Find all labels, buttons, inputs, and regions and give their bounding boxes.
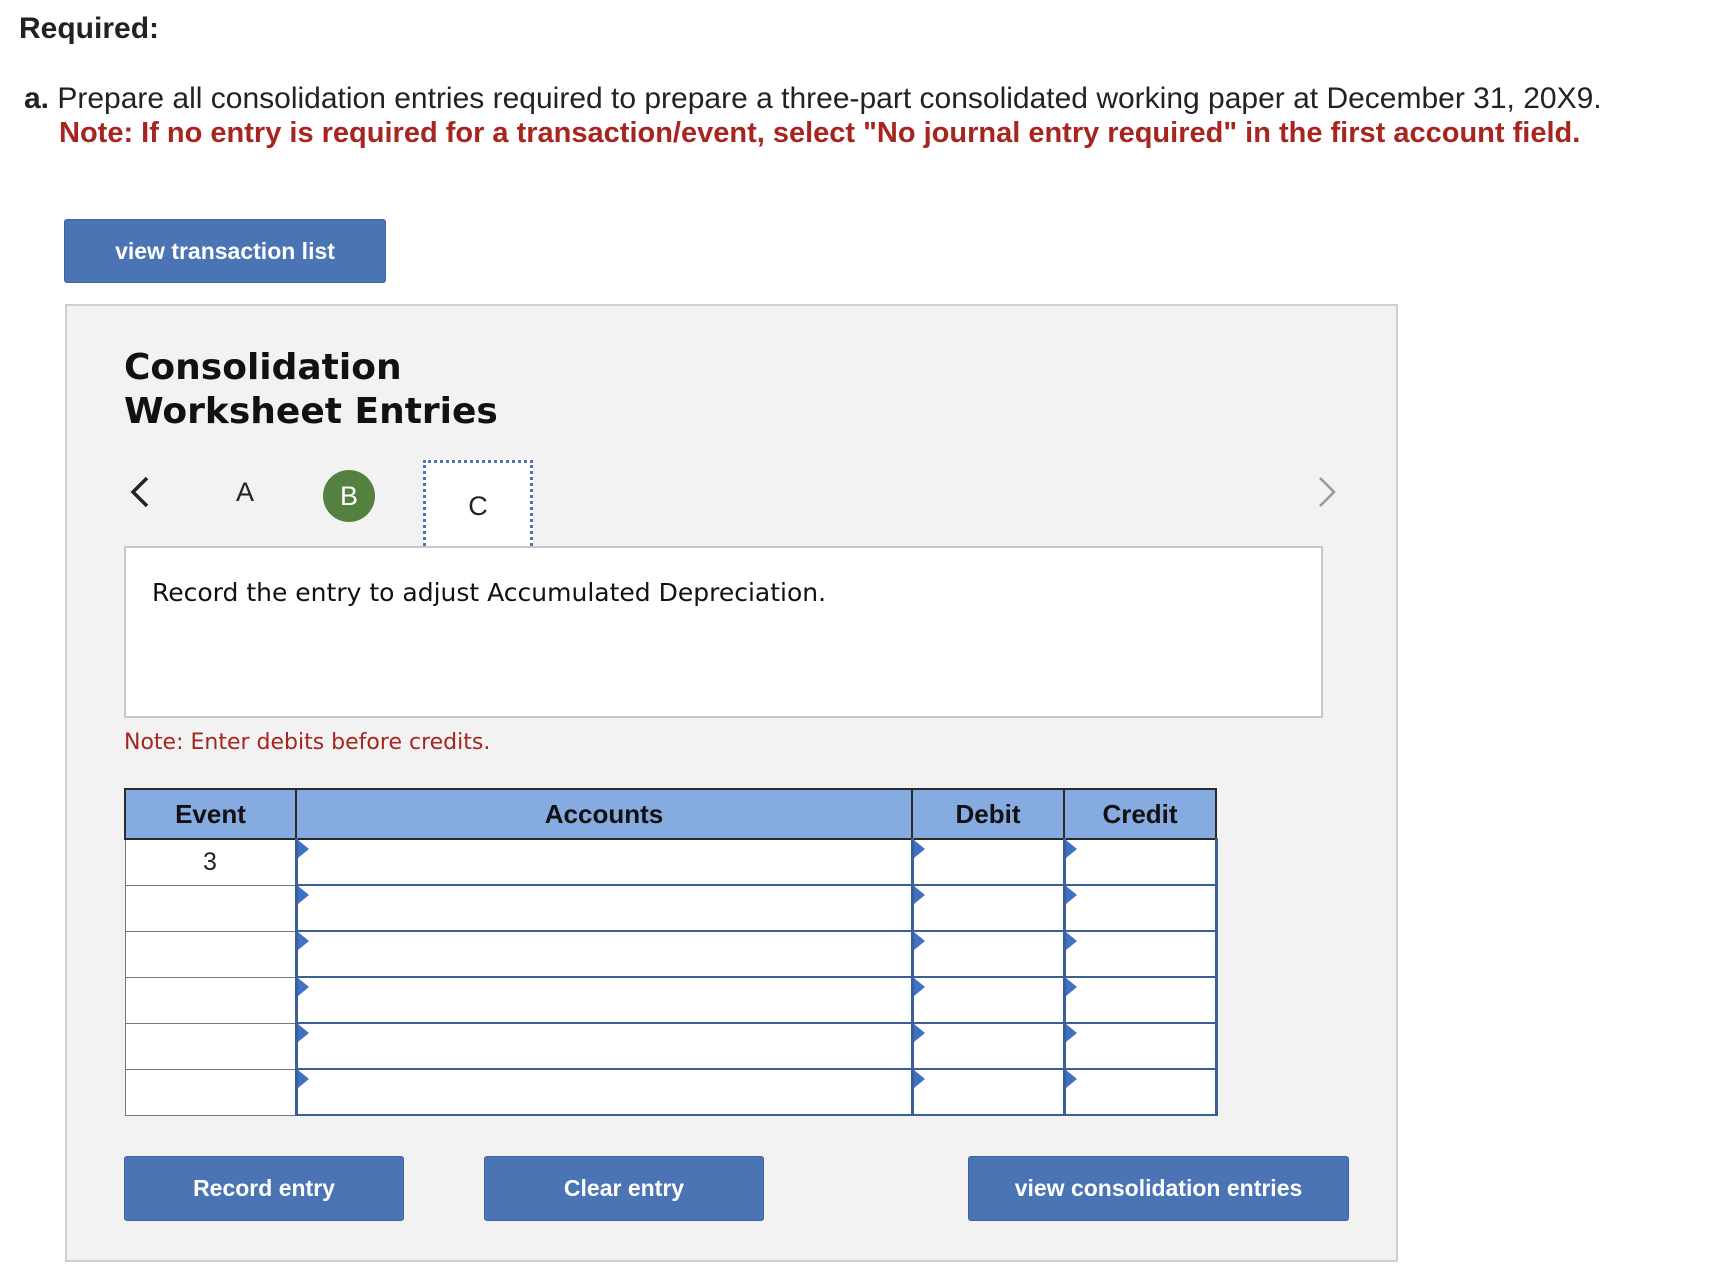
table-row	[124, 976, 1218, 1024]
question-letter: a.	[24, 82, 50, 115]
tab-a[interactable]: A	[227, 471, 263, 513]
account-dropdown[interactable]	[294, 884, 914, 932]
input-marker-icon	[1065, 886, 1077, 904]
chevron-left-icon[interactable]	[125, 474, 155, 510]
account-dropdown[interactable]	[294, 1068, 914, 1116]
input-marker-icon	[1065, 978, 1077, 996]
prompt-text: Record the entry to adjust Accumulated D…	[152, 578, 827, 607]
header-credit: Credit	[1063, 788, 1217, 840]
header-debit: Debit	[911, 788, 1065, 840]
debit-input[interactable]	[910, 884, 1066, 932]
table-row	[124, 884, 1218, 932]
clear-entry-button[interactable]: Clear entry	[484, 1156, 764, 1221]
debit-input[interactable]	[910, 1068, 1066, 1116]
debit-input[interactable]	[910, 838, 1066, 886]
view-transaction-list-button[interactable]: view transaction list	[64, 219, 386, 283]
dropdown-marker-icon	[297, 840, 309, 858]
input-marker-icon	[913, 932, 925, 950]
input-marker-icon	[913, 978, 925, 996]
view-consolidation-entries-button[interactable]: view consolidation entries	[968, 1156, 1349, 1221]
input-marker-icon	[913, 886, 925, 904]
event-cell	[124, 930, 297, 978]
input-marker-icon	[913, 840, 925, 858]
event-cell: 3	[124, 838, 297, 886]
prompt-box: Record the entry to adjust Accumulated D…	[124, 546, 1323, 718]
header-event: Event	[124, 788, 297, 840]
dropdown-marker-icon	[297, 1024, 309, 1042]
credit-input[interactable]	[1062, 884, 1218, 932]
account-dropdown[interactable]	[294, 1022, 914, 1070]
event-cell	[124, 976, 297, 1024]
required-heading: Required:	[19, 12, 160, 45]
event-cell	[124, 1068, 297, 1116]
input-marker-icon	[913, 1024, 925, 1042]
debit-input[interactable]	[910, 976, 1066, 1024]
input-marker-icon	[1065, 840, 1077, 858]
account-dropdown[interactable]	[294, 976, 914, 1024]
debit-input[interactable]	[910, 930, 1066, 978]
instruction-note: Note: If no entry is required for a tran…	[59, 117, 1581, 149]
table-row	[124, 930, 1218, 978]
journal-entry-table: Event Accounts Debit Credit 3	[124, 788, 1218, 1116]
record-entry-button[interactable]: Record entry	[124, 1156, 404, 1221]
table-header-row: Event Accounts Debit Credit	[124, 788, 1217, 840]
input-marker-icon	[1065, 932, 1077, 950]
debit-input[interactable]	[910, 1022, 1066, 1070]
tab-c-active[interactable]: C	[423, 460, 533, 552]
dropdown-marker-icon	[297, 932, 309, 950]
account-dropdown[interactable]	[294, 930, 914, 978]
panel-title-line2: Worksheet Entries	[124, 391, 498, 432]
dropdown-marker-icon	[297, 886, 309, 904]
tab-b-completed[interactable]: B	[323, 470, 375, 522]
question-text: a. Prepare all consolidation entries req…	[24, 80, 1602, 117]
dropdown-marker-icon	[297, 1070, 309, 1088]
panel-title: Consolidation Worksheet Entries	[124, 346, 498, 434]
input-marker-icon	[913, 1070, 925, 1088]
event-cell	[124, 884, 297, 932]
credit-input[interactable]	[1062, 1022, 1218, 1070]
credit-input[interactable]	[1062, 1068, 1218, 1116]
debits-credits-note: Note: Enter debits before credits.	[124, 730, 491, 755]
panel-title-line1: Consolidation	[124, 347, 402, 388]
header-accounts: Accounts	[295, 788, 913, 840]
worksheet-panel: Consolidation Worksheet Entries A B C Re…	[65, 304, 1398, 1262]
account-dropdown[interactable]	[294, 838, 914, 886]
table-row	[124, 1068, 1218, 1116]
input-marker-icon	[1065, 1070, 1077, 1088]
table-row	[124, 1022, 1218, 1070]
question-body: Prepare all consolidation entries requir…	[49, 82, 1602, 115]
table-row: 3	[124, 838, 1218, 886]
dropdown-marker-icon	[297, 978, 309, 996]
credit-input[interactable]	[1062, 838, 1218, 886]
credit-input[interactable]	[1062, 930, 1218, 978]
event-cell	[124, 1022, 297, 1070]
credit-input[interactable]	[1062, 976, 1218, 1024]
chevron-right-icon[interactable]	[1312, 474, 1342, 510]
input-marker-icon	[1065, 1024, 1077, 1042]
